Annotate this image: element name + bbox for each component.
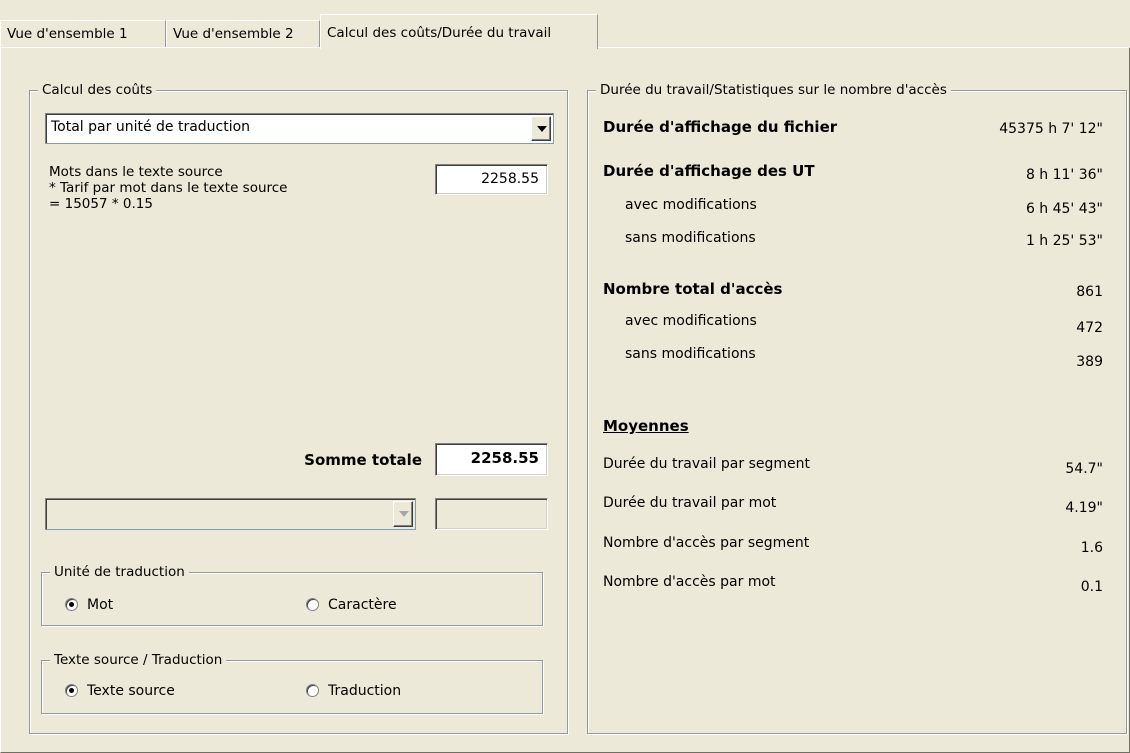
total-label: Somme totale bbox=[304, 451, 422, 469]
translation-unit-group: Unité de traduction bbox=[41, 563, 543, 626]
total-field[interactable]: 2258.55 bbox=[435, 443, 548, 476]
subtotal-field[interactable]: 2258.55 bbox=[435, 164, 548, 195]
avg-time-per-word-label: Durée du travail par mot bbox=[603, 495, 777, 511]
file-display-duration-value: 45375 h 7' 12" bbox=[999, 121, 1103, 137]
tu-display-duration-value: 8 h 11' 36" bbox=[1025, 167, 1103, 183]
source-translation-legend: Texte source / Traduction bbox=[50, 651, 227, 669]
radio-label: Mot bbox=[87, 597, 114, 613]
work-duration-stats-group: Durée du travail/Statistiques sur le nom… bbox=[587, 81, 1127, 734]
radio-label: Texte source bbox=[87, 683, 175, 699]
file-display-duration-label: Durée d'affichage du fichier bbox=[603, 118, 838, 136]
radio-label: Traduction bbox=[328, 683, 402, 699]
total-access-value: 861 bbox=[1076, 284, 1103, 300]
averages-heading: Moyennes bbox=[603, 417, 689, 435]
radio-checked-icon bbox=[65, 598, 78, 611]
radio-label: Caractère bbox=[328, 597, 397, 613]
access-without-modifications-label: sans modifications bbox=[625, 346, 756, 362]
tu-without-modifications-value: 1 h 25' 53" bbox=[1025, 233, 1103, 249]
radio-unit-word[interactable]: Mot bbox=[65, 595, 113, 615]
radio-unchecked-icon bbox=[306, 598, 319, 611]
translation-unit-legend: Unité de traduction bbox=[50, 563, 189, 581]
avg-time-per-word-value: 4.19" bbox=[1065, 500, 1103, 516]
chevron-down-icon[interactable] bbox=[531, 116, 551, 141]
radio-unit-character[interactable]: Caractère bbox=[306, 595, 397, 615]
radio-unchecked-icon bbox=[306, 684, 319, 697]
formula-text: Mots dans le texte source * Tarif par mo… bbox=[49, 164, 288, 212]
avg-time-per-segment-value: 54.7" bbox=[1065, 461, 1103, 477]
tab-overview-2[interactable]: Vue d'ensemble 2 bbox=[166, 20, 320, 48]
cost-mode-value: Total par unité de traduction bbox=[51, 119, 251, 135]
tab-strip: Vue d'ensemble 1 Vue d'ensemble 2 Calcul… bbox=[0, 0, 1130, 49]
cost-mode-select[interactable]: Total par unité de traduction bbox=[45, 113, 554, 144]
tab-cost-work-duration[interactable]: Calcul des coûts/Durée du travail bbox=[320, 14, 598, 49]
work-duration-stats-legend: Durée du travail/Statistiques sur le nom… bbox=[596, 81, 951, 99]
avg-access-per-word-value: 0.1 bbox=[1080, 579, 1103, 595]
formula-line: * Tarif par mot dans le texte source bbox=[49, 180, 288, 196]
radio-translation[interactable]: Traduction bbox=[306, 681, 401, 701]
extra-select bbox=[45, 498, 416, 530]
avg-access-per-segment-value: 1.6 bbox=[1080, 540, 1103, 556]
access-with-modifications-label: avec modifications bbox=[625, 313, 757, 329]
access-without-modifications-value: 389 bbox=[1076, 354, 1103, 370]
tu-with-modifications-value: 6 h 45' 43" bbox=[1025, 201, 1103, 217]
tu-without-modifications-label: sans modifications bbox=[625, 230, 756, 246]
tu-with-modifications-label: avec modifications bbox=[625, 197, 757, 213]
extra-field bbox=[435, 498, 548, 530]
avg-access-per-segment-label: Nombre d'accès par segment bbox=[603, 535, 810, 551]
tu-display-duration-label: Durée d'affichage des UT bbox=[603, 162, 815, 180]
tab-overview-1[interactable]: Vue d'ensemble 1 bbox=[0, 20, 166, 48]
radio-source-text[interactable]: Texte source bbox=[65, 681, 175, 701]
radio-checked-icon bbox=[65, 684, 78, 697]
avg-time-per-segment-label: Durée du travail par segment bbox=[603, 456, 810, 472]
chevron-down-icon bbox=[393, 501, 413, 527]
total-access-label: Nombre total d'accès bbox=[603, 280, 783, 298]
avg-access-per-word-label: Nombre d'accès par mot bbox=[603, 574, 776, 590]
formula-line: Mots dans le texte source bbox=[49, 164, 223, 180]
cost-calculation-legend: Calcul des coûts bbox=[38, 81, 157, 99]
formula-line: = 15057 * 0.15 bbox=[49, 196, 153, 212]
access-with-modifications-value: 472 bbox=[1076, 320, 1103, 336]
